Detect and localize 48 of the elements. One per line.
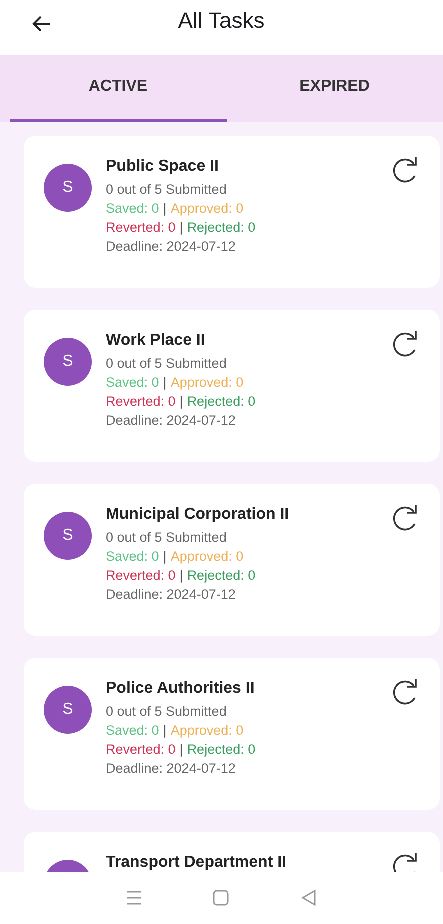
tab[interactable]: EXPIRED (226, 55, 443, 122)
rejected-count: Rejected: 0 (187, 742, 256, 757)
separator: | (163, 201, 167, 216)
separator: | (163, 723, 167, 738)
approved-count: Approved: 0 (170, 201, 244, 216)
deadline: Deadline: 2024-07-12 (106, 413, 237, 428)
task-title: Transport Department II (106, 854, 288, 872)
deadline: Deadline: 2024-07-12 (106, 761, 237, 776)
avatar: S (44, 164, 92, 212)
reverted-count: Reverted: 0 (106, 394, 176, 409)
separator: | (180, 394, 184, 409)
task-title: Police Authorities II (106, 680, 256, 698)
rejected-count: Rejected: 0 (187, 220, 256, 235)
reverted-count: Reverted: 0 (106, 568, 176, 583)
submitted-count: 0 out of 5 Submitted (106, 530, 228, 545)
task-card[interactable]: Transport Department II (24, 832, 440, 872)
submitted-count: 0 out of 5 Submitted (106, 356, 228, 371)
separator: | (180, 220, 184, 235)
saved-count: Saved: 0 (106, 723, 160, 738)
task-card[interactable]: S Police Authorities II 0 out of 5 Submitted Saved: 0 | Approved: 0 Reverted: 0 | Rejected: 0 Deadline: 2024-07-12 (24, 658, 440, 810)
task-card[interactable]: S Municipal Corporation II 0 out of 5 Submitted Saved: 0 | Approved: 0 Reverted: 0 | Rejected: 0 Deadline: 2024-07-12 (24, 484, 440, 636)
submitted-count: 0 out of 5 Submitted (106, 182, 228, 197)
separator: | (163, 549, 167, 564)
task-card[interactable]: S Public Space II 0 out of 5 Submitted Saved: 0 | Approved: 0 Reverted: 0 | Rejected: 0 Deadline: 2024-07-12 (24, 136, 440, 288)
reverted-count: Reverted: 0 (106, 220, 176, 235)
rejected-count: Rejected: 0 (187, 568, 256, 583)
separator: | (180, 568, 184, 583)
deadline: Deadline: 2024-07-12 (106, 239, 237, 254)
saved-count: Saved: 0 (106, 549, 160, 564)
avatar: S (44, 512, 92, 560)
task-title: Public Space II (106, 158, 220, 176)
task-title: Work Place II (106, 332, 206, 350)
avatar: S (44, 686, 92, 734)
task-card[interactable]: S Work Place II 0 out of 5 Submitted Saved: 0 | Approved: 0 Reverted: 0 | Rejected: 0 Deadline: 2024-07-12 (24, 310, 440, 462)
approved-count: Approved: 0 (170, 549, 244, 564)
saved-count: Saved: 0 (106, 375, 160, 390)
task-title: Municipal Corporation II (106, 506, 290, 524)
saved-count: Saved: 0 (106, 201, 160, 216)
separator: | (180, 742, 184, 757)
reverted-count: Reverted: 0 (106, 742, 176, 757)
deadline: Deadline: 2024-07-12 (106, 587, 237, 602)
submitted-count: 0 out of 5 Submitted (106, 704, 228, 719)
avatar: S (44, 338, 92, 386)
rejected-count: Rejected: 0 (187, 394, 256, 409)
separator: | (163, 375, 167, 390)
approved-count: Approved: 0 (170, 723, 244, 738)
page-title: All Tasks (178, 8, 265, 34)
approved-count: Approved: 0 (170, 375, 244, 390)
